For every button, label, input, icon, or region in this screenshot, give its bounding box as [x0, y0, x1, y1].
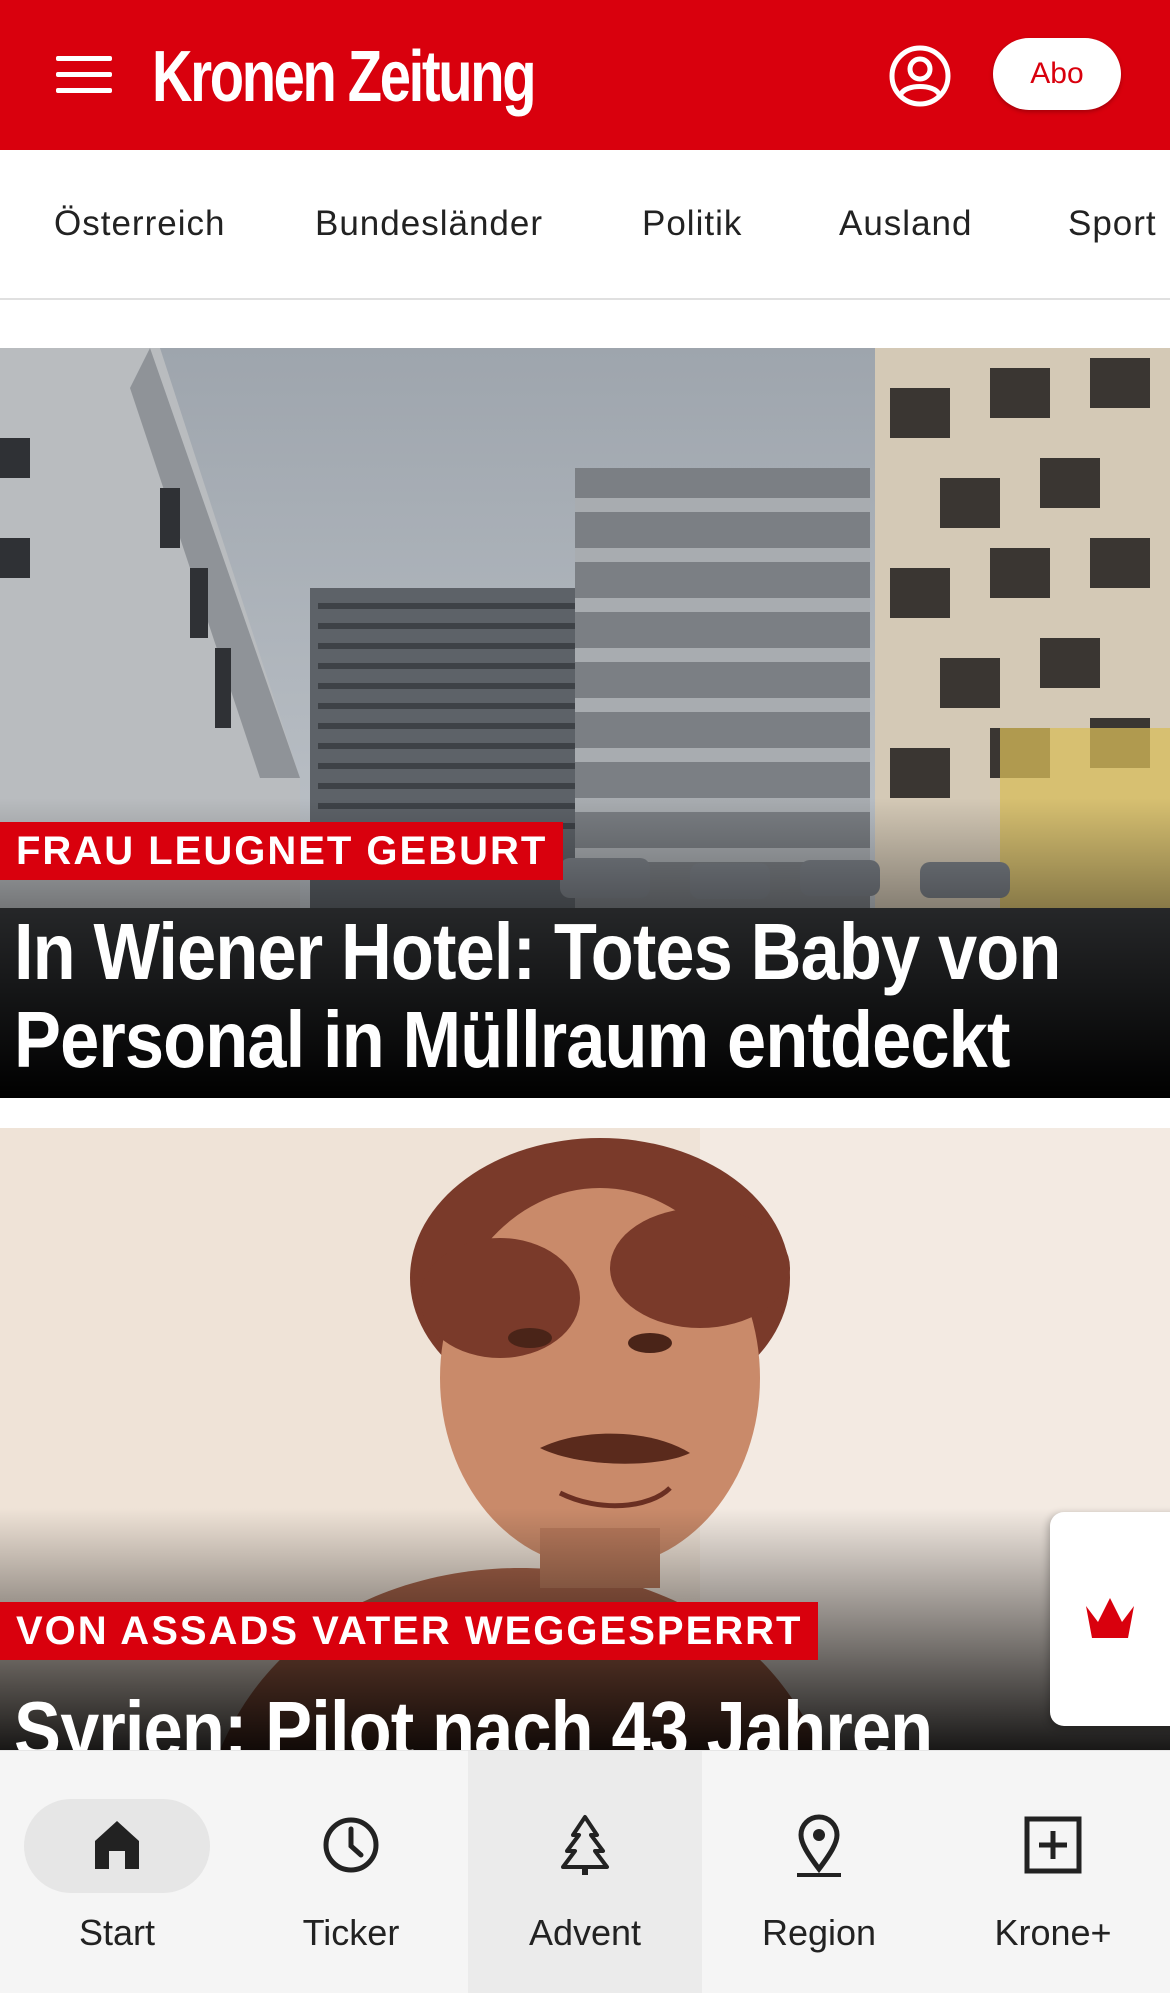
site-logo[interactable]: Kronen Zeitung: [152, 32, 537, 122]
nav-item-bundeslaender[interactable]: Bundesländer: [315, 202, 543, 246]
article-headline[interactable]: In Wiener Hotel: Totes Baby von Personal…: [14, 908, 1158, 1084]
bottom-navigation: Start Ticker Advent Region Krone+: [0, 1750, 1170, 1993]
bottom-nav-start[interactable]: Start: [0, 1751, 234, 1993]
nav-item-oesterreich[interactable]: Österreich: [54, 202, 225, 246]
article-kicker: VON ASSADS VATER WEGGESPERRT: [0, 1602, 819, 1660]
home-icon: [95, 1821, 139, 1869]
category-nav: Österreich Bundesländer Politik Ausland …: [0, 150, 1170, 300]
nav-item-politik[interactable]: Politik: [642, 202, 742, 246]
abo-button[interactable]: Abo: [993, 38, 1121, 110]
hamburger-menu-icon[interactable]: [56, 56, 112, 94]
bottom-nav-label: Advent: [528, 1912, 642, 1953]
crown-icon: [1086, 1598, 1134, 1638]
top-bar: Kronen Zeitung Abo: [0, 0, 1170, 150]
bottom-nav-label: Ticker: [302, 1912, 400, 1953]
bottom-nav-kroneplus[interactable]: Krone+: [936, 1751, 1170, 1993]
tree-icon: [561, 1815, 609, 1875]
plus-box-icon: [1024, 1816, 1082, 1874]
user-account-icon[interactable]: [888, 44, 952, 108]
bottom-nav-ticker[interactable]: Ticker: [234, 1751, 468, 1993]
nav-item-ausland[interactable]: Ausland: [839, 202, 972, 246]
bottom-nav-label: Start: [78, 1912, 156, 1953]
article-headline[interactable]: Syrien: Pilot nach 43 Jahren: [14, 1686, 1158, 1751]
bottom-nav-label: Krone+: [994, 1912, 1112, 1953]
clock-icon: [323, 1817, 379, 1873]
article-card[interactable]: FRAU LEUGNET GEBURT In Wiener Hotel: Tot…: [0, 348, 1170, 1098]
article-kicker: FRAU LEUGNET GEBURT: [0, 822, 564, 880]
nav-item-sport[interactable]: Sport: [1068, 202, 1157, 246]
bottom-nav-label: Region: [761, 1912, 877, 1953]
krone-floating-tab[interactable]: [1050, 1512, 1170, 1726]
article-card[interactable]: VON ASSADS VATER WEGGESPERRT Syrien: Pil…: [0, 1128, 1170, 1750]
bottom-nav-region[interactable]: Region: [702, 1751, 936, 1993]
location-pin-icon: [797, 1814, 841, 1877]
bottom-nav-advent[interactable]: Advent: [468, 1751, 702, 1993]
